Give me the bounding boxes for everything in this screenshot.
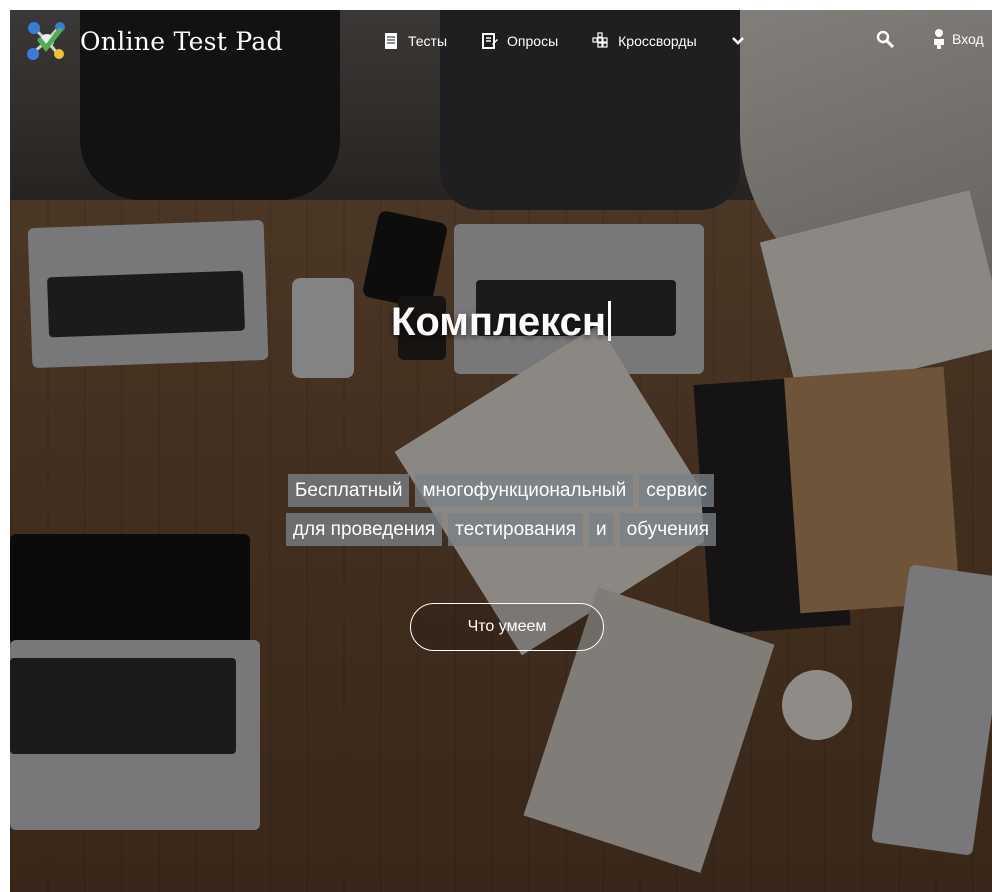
- tagline-word: многофункциональный: [415, 474, 634, 507]
- page-viewport: Online Test Pad Тесты Опросы Кроссворды …: [10, 10, 992, 892]
- crossword-icon: [592, 32, 610, 50]
- hero-title: Комплексн: [10, 300, 992, 345]
- brand-name: Online Test Pad: [80, 26, 283, 56]
- main-nav: Тесты Опросы Кроссворды: [382, 10, 745, 72]
- tagline-word: и: [589, 513, 614, 546]
- nav-item-tests[interactable]: Тесты: [382, 32, 447, 50]
- typing-caret: [608, 301, 612, 341]
- what-we-do-button[interactable]: Что умеем: [410, 603, 604, 651]
- chevron-down-icon[interactable]: [731, 34, 745, 48]
- tagline-line-2: для проведения тестирования и обучения: [283, 513, 719, 546]
- person-icon: [932, 28, 946, 50]
- tagline-word: обучения: [619, 513, 717, 546]
- check-molecule-icon: [24, 18, 70, 64]
- nav-item-label: Опросы: [507, 33, 559, 49]
- document-icon: [382, 32, 400, 50]
- nav-item-polls[interactable]: Опросы: [481, 32, 558, 50]
- cta-label: Что умеем: [467, 618, 547, 635]
- poll-icon: [481, 32, 499, 50]
- brand-logo[interactable]: Online Test Pad: [24, 18, 283, 64]
- search-icon[interactable]: [876, 30, 896, 50]
- login-link[interactable]: Вход: [932, 28, 984, 50]
- hero-title-text: Комплексн: [390, 300, 607, 344]
- hero-tagline: Бесплатный многофункциональный сервис дл…: [10, 474, 992, 552]
- hero-background-image: [10, 10, 992, 892]
- nav-item-label: Кроссворды: [618, 33, 697, 49]
- nav-item-label: Тесты: [408, 33, 448, 49]
- tagline-word: тестирования: [448, 513, 584, 546]
- tagline-word: Бесплатный: [287, 474, 410, 507]
- tagline-word: для проведения: [285, 513, 443, 546]
- tagline-line-1: Бесплатный многофункциональный сервис: [285, 474, 717, 507]
- nav-item-crosswords[interactable]: Кроссворды: [592, 32, 697, 50]
- tagline-word: сервис: [639, 474, 715, 507]
- login-label: Вход: [952, 31, 984, 47]
- site-header: Online Test Pad Тесты Опросы Кроссворды …: [10, 10, 992, 72]
